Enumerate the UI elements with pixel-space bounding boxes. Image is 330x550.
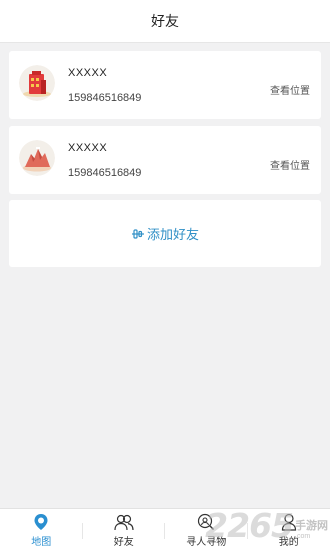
top-header: 好友 <box>0 0 330 43</box>
tab-friends[interactable]: 好友 <box>83 509 165 550</box>
tab-mine[interactable]: 我的 <box>248 509 330 550</box>
view-location-link[interactable]: 查看位置 <box>270 157 310 172</box>
tab-map[interactable]: 地图 <box>0 509 83 550</box>
bottom-tab-bar: 地图 好友 寻人寻物 我的 <box>0 508 330 550</box>
add-friend-icon <box>131 228 144 239</box>
friend-card[interactable]: XXXXX 159846516849 查看位置 <box>9 126 321 194</box>
add-friend-button[interactable]: 添加好友 <box>131 224 199 243</box>
tab-label: 好友 <box>113 537 134 548</box>
tab-label: 我的 <box>278 537 299 548</box>
view-location-link[interactable]: 查看位置 <box>270 82 310 97</box>
mountain-avatar-icon <box>19 140 55 176</box>
red-building-avatar-icon <box>19 65 55 101</box>
friends-icon <box>114 511 134 531</box>
search-person-icon <box>197 511 215 531</box>
friend-name: XXXXX <box>68 142 108 154</box>
tab-search-person[interactable]: 寻人寻物 <box>165 509 248 550</box>
tab-label: 地图 <box>31 537 52 548</box>
friend-name: XXXXX <box>68 67 108 79</box>
tab-label: 寻人寻物 <box>186 537 227 548</box>
friend-phone: 159846516849 <box>68 92 142 104</box>
friend-phone: 159846516849 <box>68 167 142 179</box>
add-friend-label: 添加好友 <box>146 227 199 242</box>
friend-card[interactable]: XXXXX 159846516849 查看位置 <box>9 51 321 119</box>
add-friend-card: 添加好友 <box>9 200 321 267</box>
page-title: 好友 <box>151 13 179 29</box>
user-icon <box>281 511 297 531</box>
map-pin-icon <box>33 511 49 531</box>
